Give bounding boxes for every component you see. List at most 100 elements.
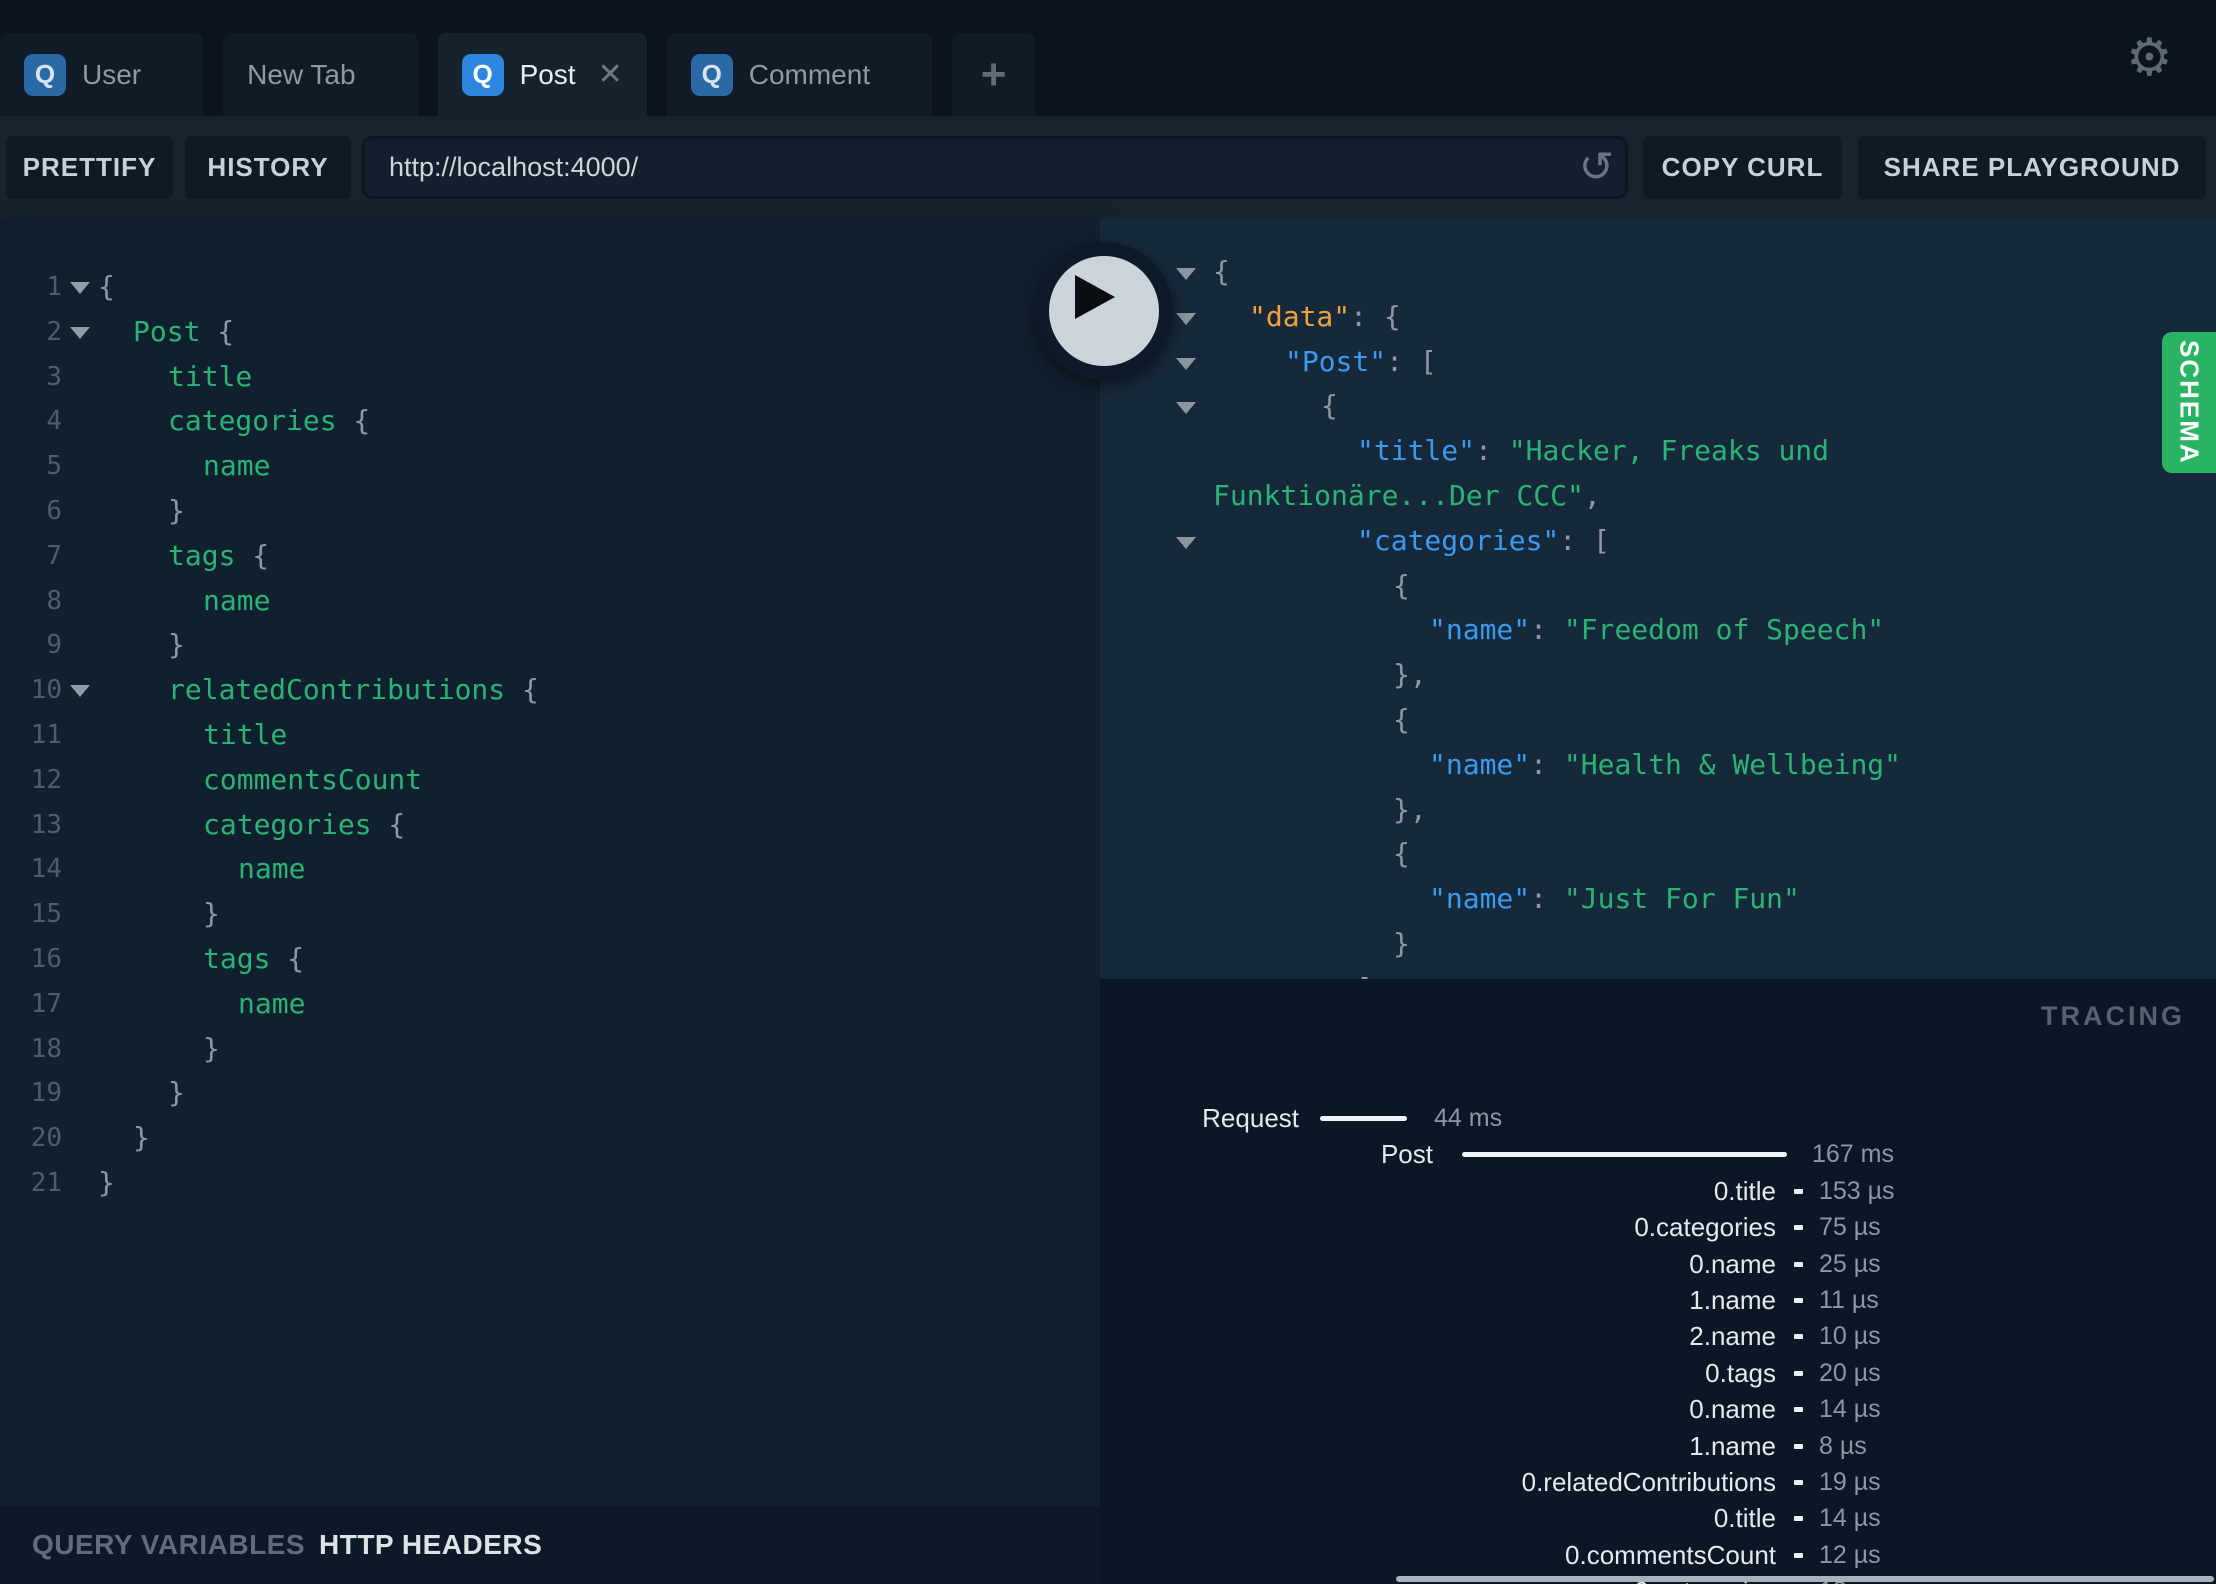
token-f: relatedContributions (168, 673, 506, 707)
query-editor-line[interactable]: 15} (0, 892, 1100, 937)
token-f: tags (203, 941, 271, 975)
line-number: 2 (46, 316, 62, 347)
trace-duration-bar (1794, 1479, 1803, 1485)
query-editor-line[interactable]: 16 tags { (0, 937, 1100, 982)
token-p: , (1583, 478, 1601, 512)
token-s: "Just For Fun" (1563, 882, 1800, 916)
trace-row-0-title: 0.title 153 µs (1100, 1173, 2216, 1209)
execute-query-button[interactable] (1035, 242, 1173, 380)
query-editor-line[interactable]: 14 name (0, 847, 1100, 892)
token-f: name (238, 986, 306, 1020)
fold-arrow-icon[interactable] (1176, 357, 1196, 370)
history-button[interactable]: HISTORY (185, 136, 351, 199)
query-editor-line[interactable]: 19} (0, 1071, 1100, 1116)
settings-gear-icon[interactable]: ⚙ (2126, 28, 2173, 88)
trace-duration-value: 25 µs (1819, 1249, 1881, 1278)
tab-new-tab[interactable]: New Tab (223, 33, 418, 116)
token-s: "Freedom of Speech" (1563, 613, 1885, 647)
token-f: name (203, 449, 271, 483)
new-tab-button[interactable]: + (952, 33, 1036, 116)
fold-gutter (1172, 877, 1213, 922)
trace-resolver-label: 0.name (1689, 1394, 1776, 1425)
query-editor-line[interactable]: 3 title (0, 355, 1100, 400)
fold-arrow-icon[interactable] (1176, 536, 1196, 549)
code-text: } (98, 1161, 115, 1206)
query-editor-line[interactable]: 21} (0, 1161, 1100, 1206)
query-editor-line[interactable]: 4 categories { (0, 399, 1100, 444)
code-text: relatedContributions { (168, 668, 539, 713)
trace-duration-value: 153 µs (1819, 1176, 1895, 1205)
tab-user[interactable]: Q User (0, 33, 204, 116)
trace-resolver-label: 0.title (1713, 1503, 1776, 1534)
fold-arrow-icon[interactable] (70, 282, 90, 294)
token-kb: "categories" (1357, 523, 1560, 557)
editor-footer: QUERY VARIABLES HTTP HEADERS (0, 1506, 1100, 1584)
trace-duration-bar (1794, 1516, 1803, 1522)
line-number: 18 (30, 1033, 62, 1064)
query-editor-line[interactable]: 20} (0, 1116, 1100, 1161)
close-tab-icon[interactable]: ✕ (598, 59, 623, 90)
query-editor-line[interactable]: 18} (0, 1027, 1100, 1072)
trace-resolver-label: 1.name (1689, 1430, 1776, 1461)
line-number: 9 (46, 630, 62, 661)
schema-side-tab[interactable]: SCHEMA (2162, 332, 2216, 473)
response-pane[interactable]: {"data": {"Post": [{"title": "Hacker, Fr… (1100, 219, 2216, 979)
token-p: } (203, 897, 220, 931)
trace-resolver-label: Request (1202, 1103, 1299, 1133)
tracing-horizontal-scrollbar[interactable] (1396, 1576, 2214, 1582)
code-text: name (203, 579, 270, 624)
token-p: { (505, 673, 539, 707)
query-editor-line[interactable]: 11 title (0, 713, 1100, 758)
query-editor-line[interactable]: 17 name (0, 982, 1100, 1027)
trace-duration-value: 14 µs (1819, 1504, 1881, 1533)
query-editor-line[interactable]: 5 name (0, 444, 1100, 489)
fold-arrow-icon[interactable] (70, 685, 90, 698)
response-line: { (1100, 698, 2216, 743)
query-editor-line[interactable]: 7 tags { (0, 534, 1100, 579)
tab-query-variables[interactable]: QUERY VARIABLES (32, 1506, 305, 1584)
code-text: name (238, 982, 305, 1027)
tab-http-headers[interactable]: HTTP HEADERS (319, 1506, 542, 1584)
response-line: "name": "Just For Fun" (1100, 877, 2216, 922)
token-p: } (203, 1031, 220, 1065)
query-editor-pane[interactable]: 1{2 Post {3 title 4 categories {5 name 6} 7 tags… (0, 219, 1100, 1584)
query-editor[interactable]: 1{2 Post {3 title 4 categories {5 name 6} 7 tags… (0, 219, 1100, 1206)
fold-arrow-icon[interactable] (1176, 268, 1196, 280)
token-f: title (168, 359, 253, 393)
tab-comment[interactable]: Q Comment (666, 33, 933, 116)
refresh-schema-icon[interactable]: ↺ (1579, 142, 1614, 191)
query-editor-line[interactable]: 9} (0, 623, 1100, 668)
token-f: categories (168, 404, 337, 438)
line-number: 17 (30, 988, 62, 1019)
line-number: 4 (46, 406, 62, 437)
query-editor-line[interactable]: 13 categories { (0, 803, 1100, 848)
query-editor-line[interactable]: 8 name (0, 579, 1100, 624)
query-editor-line[interactable]: 10 relatedContributions { (0, 668, 1100, 713)
line-number: 10 (30, 675, 62, 706)
token-p: { (98, 270, 115, 303)
response-line: "categories": [ (1100, 519, 2216, 564)
prettify-button[interactable]: PRETTIFY (6, 136, 173, 199)
query-editor-line[interactable]: 1{ (0, 265, 1100, 310)
trace-duration-value: 10 µs (1819, 1322, 1881, 1351)
schema-side-tab-label: SCHEMA (2174, 340, 2205, 465)
fold-arrow-icon[interactable] (1176, 402, 1196, 415)
trace-row-0-name: 0.name 25 µs (1100, 1246, 2216, 1282)
fold-gutter (1172, 384, 1213, 429)
query-editor-line[interactable]: 2 Post { (0, 310, 1100, 355)
fold-arrow-icon[interactable] (70, 326, 90, 339)
share-playground-button[interactable]: SHARE PLAYGROUND (1858, 136, 2206, 199)
code-text: } (133, 1116, 150, 1161)
trace-resolver-label: 1.name (1689, 1284, 1776, 1315)
tab-post[interactable]: Q Post ✕ (437, 33, 647, 116)
query-editor-line[interactable]: 6} (0, 489, 1100, 534)
query-editor-line[interactable]: 12 commentsCount (0, 758, 1100, 803)
trace-row-0-relatedcontributions: 0.relatedContributions 19 µs (1100, 1464, 2216, 1500)
trace-duration-value: 75 µs (1819, 1213, 1881, 1242)
line-number: 13 (30, 809, 62, 840)
copy-curl-button[interactable]: COPY CURL (1643, 136, 1842, 199)
endpoint-url-input[interactable] (362, 136, 1628, 199)
fold-arrow-icon[interactable] (1176, 312, 1196, 325)
code-text: name (203, 444, 270, 489)
token-p: { (1321, 389, 1338, 423)
